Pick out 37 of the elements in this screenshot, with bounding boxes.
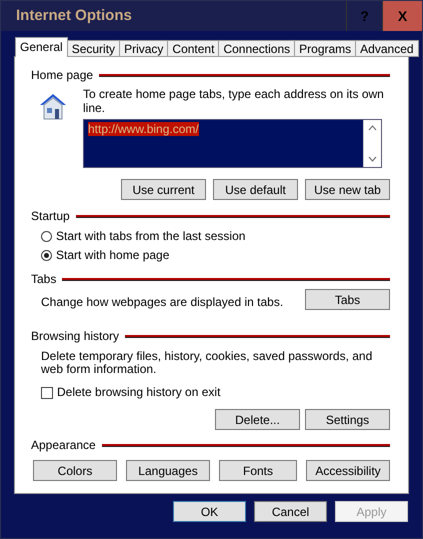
action-button[interactable]: Colors: [33, 460, 117, 481]
radio-button[interactable]: [41, 231, 52, 242]
tab[interactable]: Advanced: [355, 40, 419, 57]
close-button[interactable]: X: [382, 1, 422, 31]
tabs-button[interactable]: Tabs: [305, 289, 390, 310]
tab[interactable]: Connections: [218, 40, 296, 57]
action-button[interactable]: Use current: [121, 179, 206, 200]
action-button[interactable]: Use default: [213, 179, 298, 200]
action-button[interactable]: Fonts: [219, 460, 297, 481]
tab[interactable]: Security: [66, 40, 120, 57]
description-text: Change how webpages are displayed in tabs.: [41, 296, 284, 309]
radio-label: Start with tabs from the last session: [56, 230, 246, 243]
window-title: Internet Options: [15, 6, 133, 26]
radio-button[interactable]: [41, 250, 52, 261]
section-heading: Browsing history: [31, 329, 120, 343]
tab[interactable]: Programs: [294, 40, 356, 57]
url-text: http://www.bing.com/: [88, 122, 199, 136]
tab[interactable]: Content: [167, 40, 220, 57]
section-heading: Appearance: [31, 438, 96, 452]
checkbox[interactable]: [41, 386, 53, 398]
action-button[interactable]: Use new tab: [305, 179, 390, 200]
radio-label: Start with home page: [56, 249, 170, 262]
action-button[interactable]: Delete...: [215, 409, 300, 430]
description-text: Delete temporary files, history, cookies, saved passwords, and web form information.: [41, 350, 374, 376]
section-heading: Startup: [31, 209, 70, 223]
tab[interactable]: Privacy: [119, 40, 168, 57]
dialog-button[interactable]: OK: [173, 501, 246, 522]
action-button[interactable]: Languages: [126, 460, 210, 481]
checkbox-label: Delete browsing history on exit: [57, 386, 220, 399]
dialog-button[interactable]: Cancel: [254, 501, 327, 522]
action-button[interactable]: Settings: [305, 409, 390, 430]
tab[interactable]: General: [15, 37, 68, 57]
scrollbar[interactable]: [363, 120, 381, 167]
hint-text: To create home page tabs, type each address on its own line.: [83, 87, 384, 115]
action-button[interactable]: Accessibility: [306, 460, 390, 481]
section-heading: Home page: [31, 68, 94, 82]
section-heading: Tabs: [31, 272, 56, 286]
